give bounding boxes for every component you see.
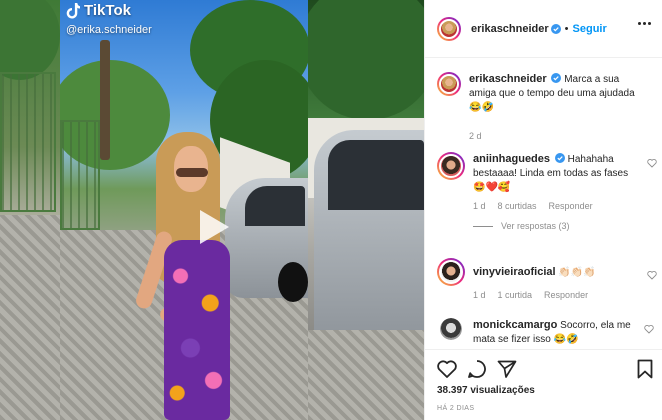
play-icon[interactable] (187, 202, 237, 252)
comment-time: 1 d (473, 290, 486, 300)
reply-button[interactable]: Responder (549, 201, 593, 211)
view-count[interactable]: 38.397 visualizações (437, 385, 535, 396)
comment-username[interactable]: monickcamargo (473, 319, 557, 331)
comment-item: aniinhaguedes Hahahaha bestaaaa! Linda e… (437, 152, 657, 231)
caption: erikaschneider Marca a sua amiga que o t… (437, 72, 651, 141)
reply-button[interactable]: Responder (544, 290, 588, 300)
video-player[interactable]: TikTok @erika.schneider (0, 0, 424, 420)
tiktok-handle: @erika.schneider (66, 24, 152, 36)
comment-username[interactable]: vinyvieiraoficial (473, 266, 556, 278)
heart-icon[interactable] (647, 270, 657, 280)
caption-text: erikaschneider Marca a sua amiga que o t… (469, 72, 639, 115)
heart-icon[interactable] (647, 158, 657, 168)
comment-username[interactable]: aniinhaguedes (473, 153, 550, 165)
comment-avatar[interactable] (440, 318, 462, 340)
tiktok-handle-text: @erika.schneider (66, 24, 152, 36)
video-frame-right (308, 0, 424, 420)
post-header: erikaschneider • Seguir (425, 0, 662, 58)
comment-emojis: 🤩❤️🥰 (473, 182, 511, 193)
post-details: erikaschneider • Seguir erikaschneider M… (424, 0, 662, 420)
comment-text: monickcamargo Socorro, ela me mata se fi… (473, 318, 643, 347)
comment-avatar[interactable] (437, 152, 465, 180)
caption-time: 2 d (469, 131, 482, 141)
post-date: HÁ 2 DIAS (437, 405, 475, 412)
bookmark-icon[interactable] (637, 359, 653, 379)
separator-dot: • (564, 22, 569, 35)
comment-avatar[interactable] (437, 258, 465, 286)
comment-item: vinyvieiraoficial 👏🏻👏🏻👏🏻 1 d 1 curtida R… (437, 258, 657, 300)
comments-list[interactable]: erikaschneider Marca a sua amiga que o t… (425, 59, 662, 349)
verified-icon (554, 153, 565, 163)
video-frame-main (60, 0, 308, 420)
heart-icon[interactable] (644, 324, 654, 334)
comment-icon[interactable] (467, 359, 487, 379)
video-frame-left (0, 0, 60, 420)
follow-button[interactable]: Seguir (573, 23, 607, 35)
post-actions: 38.397 visualizações HÁ 2 DIAS (425, 349, 662, 420)
comment-time: 1 d (473, 201, 486, 211)
caption-avatar[interactable] (437, 72, 461, 96)
author-username[interactable]: erikaschneider (471, 23, 549, 35)
more-icon[interactable] (638, 22, 651, 25)
comment-item: monickcamargo Socorro, ela me mata se fi… (437, 318, 654, 347)
tiktok-watermark: TikTok (66, 2, 131, 19)
tiktok-brand-text: TikTok (84, 2, 131, 19)
caption-username[interactable]: erikaschneider (469, 73, 547, 85)
author-avatar[interactable] (437, 16, 461, 41)
view-replies-button[interactable]: Ver respostas (3) (473, 221, 651, 231)
comment-text: aniinhaguedes Hahahaha bestaaaa! Linda e… (473, 152, 643, 195)
comment-text: vinyvieiraoficial 👏🏻👏🏻👏🏻 (473, 265, 643, 280)
share-icon[interactable] (497, 360, 517, 378)
view-replies-label: Ver respostas (3) (501, 221, 570, 231)
tiktok-icon (66, 2, 80, 18)
verified-icon (550, 23, 561, 34)
verified-icon (551, 73, 562, 83)
comment-body: 👏🏻👏🏻👏🏻 (558, 267, 596, 278)
comment-likes[interactable]: 8 curtidas (498, 201, 537, 211)
heart-icon[interactable] (437, 360, 457, 378)
comment-likes[interactable]: 1 curtida (498, 290, 533, 300)
